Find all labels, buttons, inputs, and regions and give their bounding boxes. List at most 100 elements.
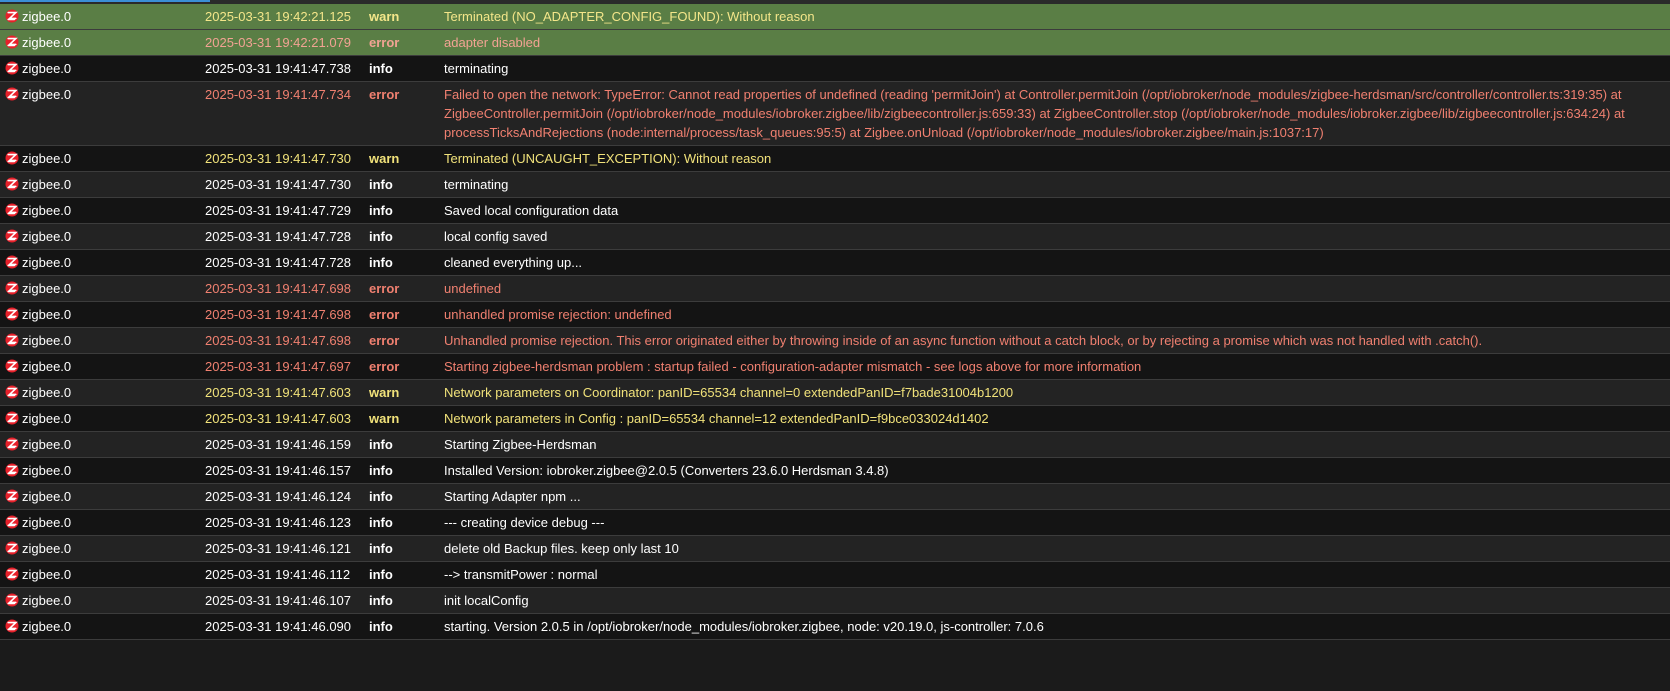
zigbee-logo-icon <box>5 333 19 347</box>
log-message: adapter disabled <box>444 35 541 50</box>
log-row[interactable]: zigbee.0 2025-03-31 19:41:47.697 error Star… <box>0 354 1670 380</box>
log-source-label: zigbee.0 <box>22 61 72 76</box>
log-row[interactable]: zigbee.0 2025-03-31 19:41:47.698 error unha… <box>0 302 1670 328</box>
log-source: zigbee.0 <box>0 4 205 29</box>
log-source: zigbee.0 <box>0 432 205 457</box>
log-row[interactable]: zigbee.0 2025-03-31 19:41:47.730 info termi… <box>0 172 1670 198</box>
log-row[interactable]: zigbee.0 2025-03-31 19:41:47.729 info Saved… <box>0 198 1670 224</box>
log-source-label: zigbee.0 <box>22 333 72 348</box>
log-message: Installed Version: iobroker.zigbee@2.0.5… <box>444 463 889 478</box>
zigbee-logo-icon <box>5 87 19 101</box>
log-timestamp: 2025-03-31 19:42:21.125 <box>205 9 352 24</box>
log-source-label: zigbee.0 <box>22 307 72 322</box>
log-timestamp: 2025-03-31 19:41:47.603 <box>205 411 352 426</box>
zigbee-logo-icon <box>5 411 19 425</box>
log-source: zigbee.0 <box>0 250 205 275</box>
log-source: zigbee.0 <box>0 380 205 405</box>
log-source-label: zigbee.0 <box>22 35 72 50</box>
log-message: local config saved <box>444 229 548 244</box>
log-source-label: zigbee.0 <box>22 411 72 426</box>
log-row[interactable]: zigbee.0 2025-03-31 19:41:47.734 error Fail… <box>0 82 1670 146</box>
log-severity: error <box>369 307 400 322</box>
log-row[interactable]: zigbee.0 2025-03-31 19:41:47.603 warn Netwo… <box>0 406 1670 432</box>
log-timestamp: 2025-03-31 19:41:47.738 <box>205 61 352 76</box>
log-row[interactable]: zigbee.0 2025-03-31 19:41:46.090 info start… <box>0 614 1670 640</box>
log-row[interactable]: zigbee.0 2025-03-31 19:41:46.124 info Start… <box>0 484 1670 510</box>
log-message: Terminated (UNCAUGHT_EXCEPTION): Without… <box>444 151 772 166</box>
log-row[interactable]: zigbee.0 2025-03-31 19:41:46.121 info delet… <box>0 536 1670 562</box>
log-row[interactable]: zigbee.0 2025-03-31 19:42:21.125 warn Termi… <box>0 4 1670 30</box>
log-source-label: zigbee.0 <box>22 87 72 102</box>
log-message: Starting Adapter npm ... <box>444 489 581 504</box>
log-severity: info <box>369 489 393 504</box>
log-message: undefined <box>444 281 502 296</box>
log-message: Unhandled promise rejection. This error … <box>444 333 1483 348</box>
log-timestamp: 2025-03-31 19:41:47.730 <box>205 177 352 192</box>
log-source: zigbee.0 <box>0 458 205 483</box>
log-timestamp: 2025-03-31 19:42:21.079 <box>205 35 352 50</box>
log-timestamp: 2025-03-31 19:41:47.698 <box>205 307 352 322</box>
log-row[interactable]: zigbee.0 2025-03-31 19:41:47.730 warn Termi… <box>0 146 1670 172</box>
log-severity: info <box>369 255 393 270</box>
log-row[interactable]: zigbee.0 2025-03-31 19:41:46.112 info --> t… <box>0 562 1670 588</box>
log-timestamp: 2025-03-31 19:41:47.698 <box>205 333 352 348</box>
log-source: zigbee.0 <box>0 224 205 249</box>
log-source: zigbee.0 <box>0 198 205 223</box>
zigbee-logo-icon <box>5 619 19 633</box>
zigbee-logo-icon <box>5 359 19 373</box>
log-row[interactable]: zigbee.0 2025-03-31 19:41:47.698 error unde… <box>0 276 1670 302</box>
zigbee-logo-icon <box>5 229 19 243</box>
zigbee-logo-icon <box>5 307 19 321</box>
log-severity: warn <box>369 385 400 400</box>
zigbee-logo-icon <box>5 9 19 23</box>
log-row[interactable]: zigbee.0 2025-03-31 19:42:21.079 error adap… <box>0 30 1670 56</box>
log-source-label: zigbee.0 <box>22 515 72 530</box>
log-severity: info <box>369 567 393 582</box>
log-message: unhandled promise rejection: undefined <box>444 307 672 322</box>
log-timestamp: 2025-03-31 19:41:46.112 <box>205 567 351 582</box>
log-message: cleaned everything up... <box>444 255 583 270</box>
log-message: Starting Zigbee-Herdsman <box>444 437 597 452</box>
log-severity: error <box>369 87 400 102</box>
log-timestamp: 2025-03-31 19:41:47.698 <box>205 281 352 296</box>
log-source-label: zigbee.0 <box>22 281 72 296</box>
log-table: zigbee.0 2025-03-31 19:42:21.125 warn Termi… <box>0 0 1670 691</box>
log-message: Network parameters on Coordinator: panID… <box>444 385 1014 400</box>
log-severity: warn <box>369 411 400 426</box>
log-row[interactable]: zigbee.0 2025-03-31 19:41:46.123 info --- c… <box>0 510 1670 536</box>
log-row[interactable]: zigbee.0 2025-03-31 19:41:46.159 info Start… <box>0 432 1670 458</box>
log-message: Terminated (NO_ADAPTER_CONFIG_FOUND): Wi… <box>444 9 815 24</box>
log-source: zigbee.0 <box>0 172 205 197</box>
log-row[interactable]: zigbee.0 2025-03-31 19:41:47.738 info termi… <box>0 56 1670 82</box>
log-row[interactable]: zigbee.0 2025-03-31 19:41:47.728 info local… <box>0 224 1670 250</box>
log-source: zigbee.0 <box>0 56 205 81</box>
log-source-label: zigbee.0 <box>22 437 72 452</box>
log-source-label: zigbee.0 <box>22 463 72 478</box>
log-timestamp: 2025-03-31 19:41:46.159 <box>205 437 352 452</box>
log-source: zigbee.0 <box>0 510 205 535</box>
zigbee-logo-icon <box>5 35 19 49</box>
log-source: zigbee.0 <box>0 536 205 561</box>
log-source: zigbee.0 <box>0 406 205 431</box>
log-row[interactable]: zigbee.0 2025-03-31 19:41:46.157 info Insta… <box>0 458 1670 484</box>
log-source-label: zigbee.0 <box>22 177 72 192</box>
log-source-label: zigbee.0 <box>22 229 72 244</box>
log-timestamp: 2025-03-31 19:41:46.121 <box>205 541 352 556</box>
zigbee-logo-icon <box>5 203 19 217</box>
zigbee-logo-icon <box>5 489 19 503</box>
log-row[interactable]: zigbee.0 2025-03-31 19:41:47.698 error Unha… <box>0 328 1670 354</box>
log-source-label: zigbee.0 <box>22 567 72 582</box>
log-timestamp: 2025-03-31 19:41:47.603 <box>205 385 352 400</box>
log-source: zigbee.0 <box>0 354 205 379</box>
log-severity: info <box>369 593 393 608</box>
log-row[interactable]: zigbee.0 2025-03-31 19:41:47.728 info clean… <box>0 250 1670 276</box>
log-severity: info <box>369 61 393 76</box>
log-severity: info <box>369 177 393 192</box>
log-source-label: zigbee.0 <box>22 255 72 270</box>
log-source-label: zigbee.0 <box>22 9 72 24</box>
log-timestamp: 2025-03-31 19:41:47.697 <box>205 359 352 374</box>
log-row[interactable]: zigbee.0 2025-03-31 19:41:46.107 info init … <box>0 588 1670 614</box>
log-source-label: zigbee.0 <box>22 489 72 504</box>
log-row[interactable]: zigbee.0 2025-03-31 19:41:47.603 warn Netwo… <box>0 380 1670 406</box>
log-severity: info <box>369 229 393 244</box>
